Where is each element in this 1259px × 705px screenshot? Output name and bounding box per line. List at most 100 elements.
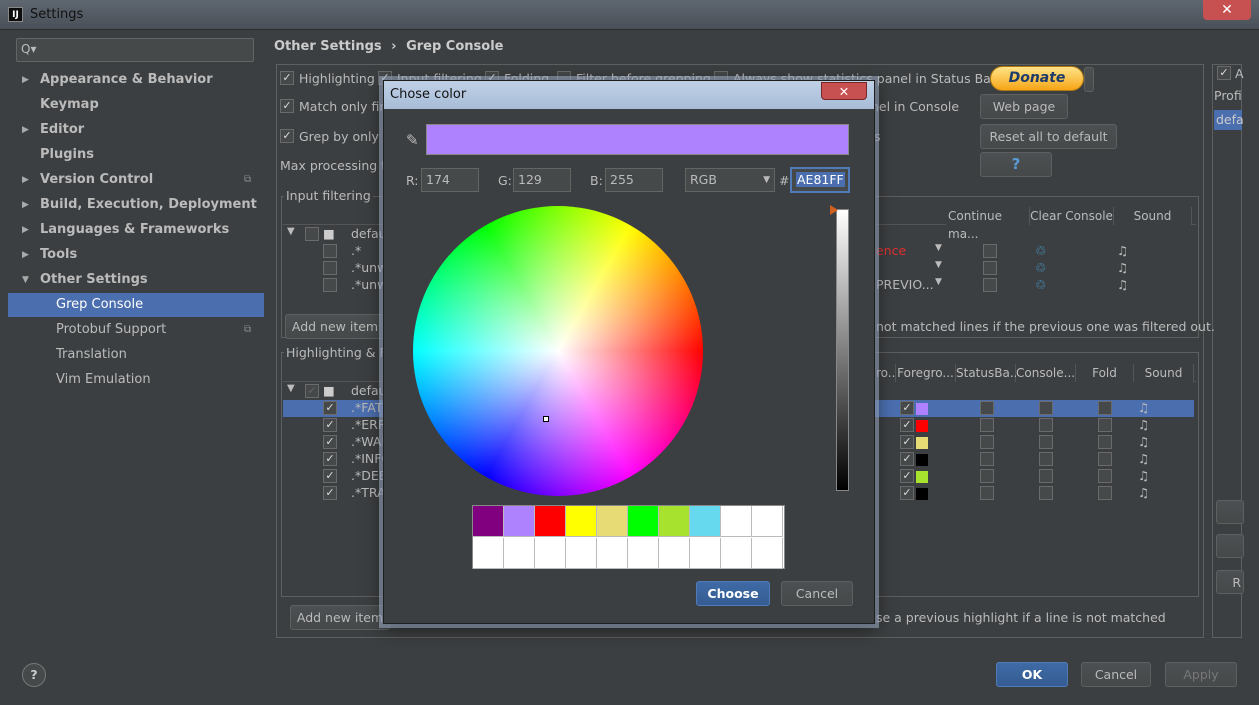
sidebar-item[interactable]: ▼ Other Settings xyxy=(8,268,264,292)
row-checkbox[interactable]: ✓ xyxy=(323,486,337,500)
recent-color-swatch[interactable] xyxy=(473,506,504,537)
trash-icon[interactable]: ♲ xyxy=(1035,260,1046,275)
foreground-swatch[interactable] xyxy=(916,437,928,449)
recent-color-swatch[interactable] xyxy=(597,506,628,537)
sidebar-item[interactable]: Translation xyxy=(8,343,264,367)
continue-checkbox[interactable] xyxy=(983,261,997,275)
row-checkbox[interactable]: ✓ xyxy=(323,469,337,483)
recent-color-swatch[interactable] xyxy=(504,538,535,569)
statusbar-checkbox[interactable] xyxy=(980,418,994,432)
add-new-item-button-2[interactable]: Add new item xyxy=(290,605,390,630)
hex-input[interactable]: AE81FF xyxy=(790,167,850,193)
brightness-slider[interactable] xyxy=(836,209,849,491)
sidebar-item[interactable]: ▶ Languages & Frameworks xyxy=(8,218,264,242)
sidebar-item[interactable]: Keymap xyxy=(8,93,264,117)
chevron-right-icon[interactable]: ▶ xyxy=(22,243,29,267)
sidebar-item[interactable]: Protobuf Support ⧉ xyxy=(8,318,264,342)
foreground-checkbox[interactable]: ✓ xyxy=(900,486,914,500)
help-button[interactable]: ? xyxy=(980,152,1052,177)
col-background[interactable]: ro... xyxy=(876,364,899,382)
eyedropper-icon[interactable]: ✎ xyxy=(406,131,419,149)
chevron-down-icon[interactable]: ▼ xyxy=(935,277,942,287)
recent-color-swatch[interactable] xyxy=(628,538,659,569)
chevron-right-icon[interactable]: ▶ xyxy=(22,168,29,192)
foreground-checkbox[interactable]: ✓ xyxy=(900,435,914,449)
cancel-button[interactable]: Cancel xyxy=(1081,662,1151,687)
add-new-item-button-1[interactable]: Add new item xyxy=(285,314,385,339)
profile-checkbox[interactable]: ✓ xyxy=(1217,66,1231,80)
foreground-checkbox[interactable]: ✓ xyxy=(900,401,914,415)
col-sound[interactable]: Sound xyxy=(1114,207,1192,225)
b-input[interactable]: 255 xyxy=(605,168,663,192)
settings-search-input[interactable]: Q▾ xyxy=(16,38,254,62)
chevron-down-icon[interactable]: ▼ xyxy=(287,383,295,394)
statusbar-checkbox[interactable] xyxy=(980,469,994,483)
window-close-button[interactable]: ✕ xyxy=(1203,0,1251,20)
apply-button[interactable]: Apply xyxy=(1165,662,1237,687)
sound-icon[interactable]: ♫ xyxy=(1138,451,1149,466)
col-console[interactable]: Console... xyxy=(1016,364,1076,382)
recent-color-swatch[interactable] xyxy=(659,538,690,569)
recent-color-swatch[interactable] xyxy=(752,506,783,537)
sidebar-item[interactable]: Grep Console xyxy=(8,293,264,317)
sound-icon[interactable]: ♫ xyxy=(1138,417,1149,432)
recent-color-swatch[interactable] xyxy=(566,506,597,537)
profile-add-button[interactable] xyxy=(1216,500,1244,524)
row-checkbox[interactable]: ✓ xyxy=(323,401,337,415)
sound-icon[interactable]: ♫ xyxy=(1138,485,1149,500)
console-checkbox[interactable] xyxy=(1039,418,1053,432)
sidebar-item[interactable]: Plugins xyxy=(8,143,264,167)
chevron-right-icon[interactable]: ▶ xyxy=(22,68,29,92)
col-continue-matching[interactable]: Continue ma... xyxy=(946,207,1030,241)
console-checkbox[interactable] xyxy=(1039,435,1053,449)
reset-all-button[interactable]: Reset all to default xyxy=(980,124,1117,149)
recent-color-swatch[interactable] xyxy=(690,506,721,537)
chevron-down-icon[interactable]: ▼ xyxy=(935,243,942,253)
col-fold[interactable]: Fold xyxy=(1076,364,1134,382)
recent-color-swatch[interactable] xyxy=(535,506,566,537)
recent-color-swatch[interactable] xyxy=(721,506,752,537)
foreground-checkbox[interactable]: ✓ xyxy=(900,452,914,466)
sound-icon[interactable]: ♫ xyxy=(1117,260,1128,275)
recent-color-swatch[interactable] xyxy=(659,506,690,537)
trash-icon[interactable]: ♲ xyxy=(1035,277,1046,292)
chevron-down-icon[interactable]: ▼ xyxy=(935,260,942,270)
recent-color-swatch[interactable] xyxy=(752,538,783,569)
row-checkbox[interactable] xyxy=(323,278,337,292)
row-checkbox[interactable]: ✓ xyxy=(323,452,337,466)
foreground-checkbox[interactable]: ✓ xyxy=(900,469,914,483)
recent-color-swatch[interactable] xyxy=(690,538,721,569)
recent-color-swatch[interactable] xyxy=(597,538,628,569)
row-checkbox[interactable] xyxy=(323,244,337,258)
dialog-cancel-button[interactable]: Cancel xyxy=(781,581,853,606)
choose-button[interactable]: Choose xyxy=(696,581,770,606)
sound-icon[interactable]: ♫ xyxy=(1117,243,1128,258)
sidebar-item[interactable]: ▶ Appearance & Behavior xyxy=(8,68,264,92)
console-checkbox[interactable] xyxy=(1039,486,1053,500)
dialog-close-button[interactable]: ✕ xyxy=(821,82,867,100)
console-checkbox[interactable] xyxy=(1039,452,1053,466)
r-input[interactable]: 174 xyxy=(421,168,479,192)
color-wheel[interactable] xyxy=(413,206,703,496)
recent-color-swatch[interactable] xyxy=(473,538,504,569)
g-input[interactable]: 129 xyxy=(513,168,571,192)
continue-checkbox[interactable] xyxy=(983,244,997,258)
chevron-right-icon[interactable]: ▶ xyxy=(22,193,29,217)
color-wheel-cursor[interactable] xyxy=(543,416,549,422)
row-checkbox[interactable]: ✓ xyxy=(305,384,319,398)
recent-color-swatch[interactable] xyxy=(566,538,597,569)
fold-checkbox[interactable] xyxy=(1098,452,1112,466)
brightness-slider-handle[interactable] xyxy=(830,205,838,215)
fold-checkbox[interactable] xyxy=(1098,435,1112,449)
mode-select[interactable]: RGB ▼ xyxy=(685,168,775,192)
sound-icon[interactable]: ♫ xyxy=(1138,468,1149,483)
recent-color-swatch[interactable] xyxy=(535,538,566,569)
highlighting-checkbox[interactable]: ✓ xyxy=(280,71,294,85)
foreground-swatch[interactable] xyxy=(916,488,928,500)
profile-reset-button[interactable]: R xyxy=(1216,570,1244,594)
recent-color-swatch[interactable] xyxy=(628,506,659,537)
foreground-swatch[interactable] xyxy=(916,454,928,466)
col-foreground[interactable]: Foregro... xyxy=(896,364,956,382)
sidebar-item[interactable]: ▶ Build, Execution, Deployment xyxy=(8,193,264,217)
profile-default-item[interactable]: defa xyxy=(1214,110,1244,130)
